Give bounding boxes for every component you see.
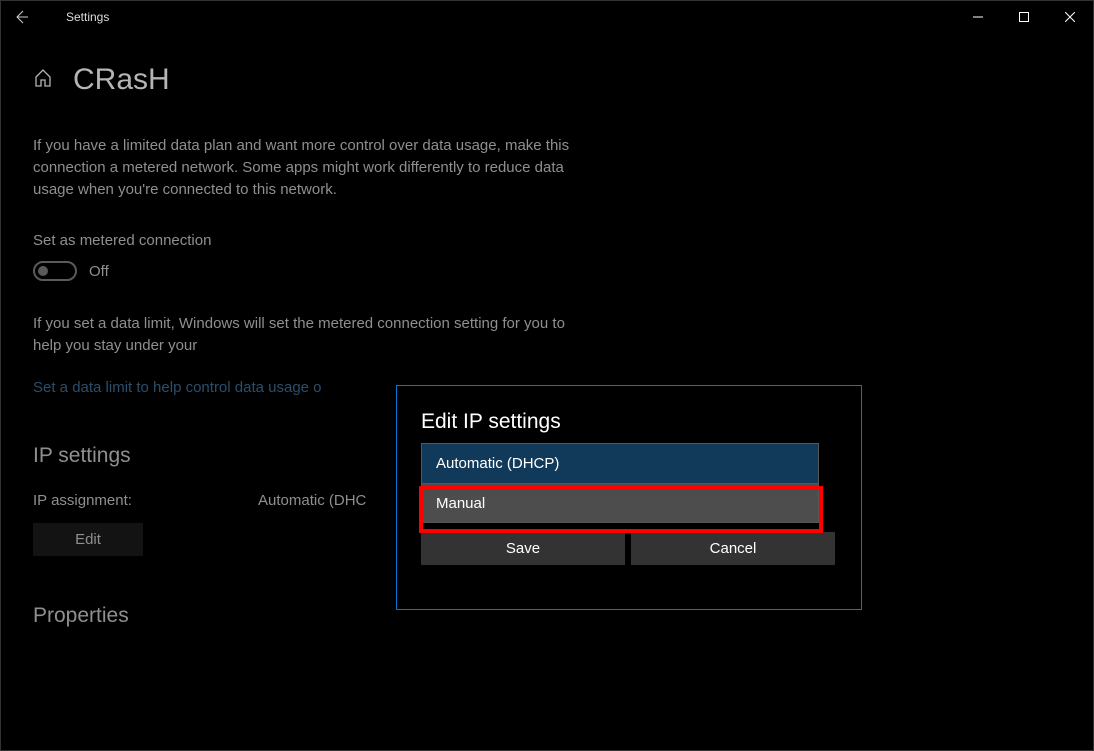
- home-icon: [33, 68, 53, 93]
- back-button[interactable]: [11, 1, 31, 33]
- connection-description: If you have a limited data plan and want…: [33, 135, 593, 200]
- dropdown-option-manual[interactable]: Manual: [421, 483, 819, 523]
- data-limit-link[interactable]: Set a data limit to help control data us…: [33, 379, 322, 396]
- page-title: CRasH: [73, 63, 170, 97]
- ip-assignment-value: Automatic (DHC: [258, 492, 366, 509]
- data-limit-description: If you set a data limit, Windows will se…: [33, 313, 593, 357]
- edit-button[interactable]: Edit: [33, 523, 143, 556]
- ip-settings-dropdown[interactable]: Automatic (DHCP) Manual: [421, 443, 819, 523]
- window-title: Settings: [66, 10, 109, 24]
- maximize-icon: [1019, 12, 1029, 22]
- metered-toggle[interactable]: [33, 261, 77, 281]
- minimize-button[interactable]: [955, 1, 1001, 33]
- edit-ip-dialog: Edit IP settings Automatic (DHCP) Manual…: [396, 385, 862, 610]
- save-button[interactable]: Save: [421, 532, 625, 565]
- dropdown-option-automatic[interactable]: Automatic (DHCP): [421, 443, 819, 483]
- metered-connection-label: Set as metered connection: [33, 232, 1061, 249]
- back-arrow-icon: [13, 9, 29, 25]
- toggle-knob-icon: [38, 266, 48, 276]
- minimize-icon: [973, 12, 983, 22]
- page-header: CRasH: [33, 63, 1061, 97]
- maximize-button[interactable]: [1001, 1, 1047, 33]
- close-button[interactable]: [1047, 1, 1093, 33]
- ip-assignment-key: IP assignment:: [33, 492, 258, 509]
- toggle-state-text: Off: [89, 263, 109, 280]
- dialog-title: Edit IP settings: [421, 410, 837, 434]
- cancel-button[interactable]: Cancel: [631, 532, 835, 565]
- close-icon: [1065, 12, 1075, 22]
- titlebar: Settings: [1, 1, 1093, 33]
